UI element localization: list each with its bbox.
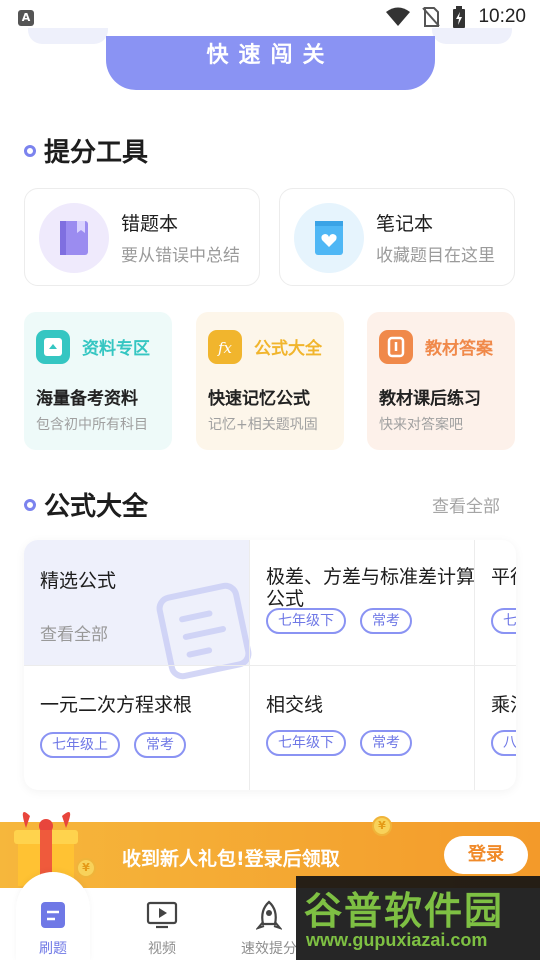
next-banner-edge [432,28,512,44]
formulas-card-title: 公式大全 [254,339,322,359]
textbook-answers-card-heading: 教材课后练习 [379,389,481,409]
nav-tab-video-label: 视频 [148,941,176,957]
textbook-answers-card[interactable]: 教材答案 教材课后练习 快来对答案吧 [367,312,515,450]
nav-tab-video[interactable]: 视频 [117,888,207,960]
mistake-book-card[interactable]: 错题本 要从错误中总结 [24,188,260,286]
grade-tag: 八 [491,730,516,756]
formula-item[interactable]: 极差、方差与标准差计算公式 七年级下 常考 [250,540,476,665]
coin-icon: ¥ [372,816,392,836]
login-button[interactable]: 登录 [444,836,528,874]
notebook-title: 笔记本 [376,213,434,235]
fx-icon: fx [208,330,242,364]
folder-icon [36,330,70,364]
site-watermark: 谷普软件园 www.gupuxiazai.com [296,876,540,960]
featured-formulas-title: 精选公式 [40,570,117,592]
app-notification-icon: A [18,10,34,26]
no-sim-icon [422,7,441,27]
mistake-book-title: 错题本 [121,213,179,235]
section-dot-icon [24,498,36,511]
grade-tag: 七年级下 [266,730,346,756]
formula-item-name: 相交线 [266,694,324,716]
notebook-icon-bg [294,203,364,273]
svg-text:fx: fx [217,339,233,357]
resources-card[interactable]: 资料专区 海量备考资料 包含初中所有科目 [24,312,172,450]
tools-section-header: 提分工具 [24,132,148,169]
textbook-answers-card-desc: 快来对答案吧 [379,417,463,433]
formula-item-name: 乘法 [491,694,516,716]
formula-item[interactable]: 一元二次方程求根 七年级上 常考 [24,666,249,790]
featured-formulas-cell[interactable]: 精选公式 查看全部 [24,540,255,682]
notebook-subtitle: 收藏题目在这里 [376,246,495,266]
grade-tag: 七 [491,608,516,634]
watermark-url: www.gupuxiazai.com [306,930,488,950]
formula-item[interactable]: 乘法 八 [475,666,516,790]
formula-grid: 精选公式 查看全部 极差、方差与标准差计算公式 七年级下 常考 平行 七 一元二… [24,540,516,790]
watermark-logo-text: 谷普软件园 [304,889,505,933]
frequency-tag: 常考 [360,730,412,756]
section-dot-icon [24,144,36,157]
resources-card-heading: 海量备考资料 [36,389,138,409]
nav-tab-practice-label: 刷题 [39,941,67,957]
formula-item[interactable]: 平行 七 [475,540,516,665]
formula-item[interactable]: 相交线 七年级下 常考 [250,666,474,790]
formulas-card[interactable]: fx 公式大全 快速记忆公式 记忆+相关题巩固 [196,312,344,450]
notebook-card[interactable]: 笔记本 收藏题目在这里 [279,188,515,286]
mistake-book-subtitle: 要从错误中总结 [121,246,240,266]
formulas-card-heading: 快速记忆公式 [208,389,310,409]
video-icon [146,901,178,929]
frequency-tag: 常考 [134,732,186,758]
formula-item-name: 一元二次方程求根 [40,694,193,716]
quick-challenge-button[interactable]: 快速闯关 [106,36,435,90]
formula-section-title: 公式大全 [44,492,149,522]
mistake-book-icon-bg [39,203,109,273]
rocket-icon [256,900,282,930]
formula-view-all-link[interactable]: 查看全部 [432,492,500,517]
resources-card-desc: 包含初中所有科目 [36,417,148,433]
heart-notebook-icon [315,221,343,255]
prev-banner-edge [28,28,108,44]
featured-view-all[interactable]: 查看全部 [40,620,108,645]
tools-section-title: 提分工具 [44,138,149,168]
gift-banner-text: 收到新人礼包!登录后领取 [122,848,340,870]
grade-tag: 七年级下 [266,608,346,634]
formula-item-name: 极差、方差与标准差计算公式 [266,566,476,610]
practice-icon [41,902,65,928]
resources-card-title: 资料专区 [82,339,150,359]
formulas-card-desc: 记忆+相关题巩固 [208,417,318,433]
clock: 10:20 [478,6,526,27]
battery-charging-icon [453,6,466,28]
book-icon [60,221,88,255]
pencil-icon [379,330,413,364]
formula-item-name: 平行 [491,566,516,588]
grade-tag: 七年级上 [40,732,120,758]
frequency-tag: 常考 [360,608,412,634]
wifi-icon [386,7,411,26]
formula-section-header: 公式大全 [24,486,148,523]
textbook-answers-card-title: 教材答案 [425,339,493,359]
nav-tab-practice[interactable]: 刷题 [8,888,98,960]
